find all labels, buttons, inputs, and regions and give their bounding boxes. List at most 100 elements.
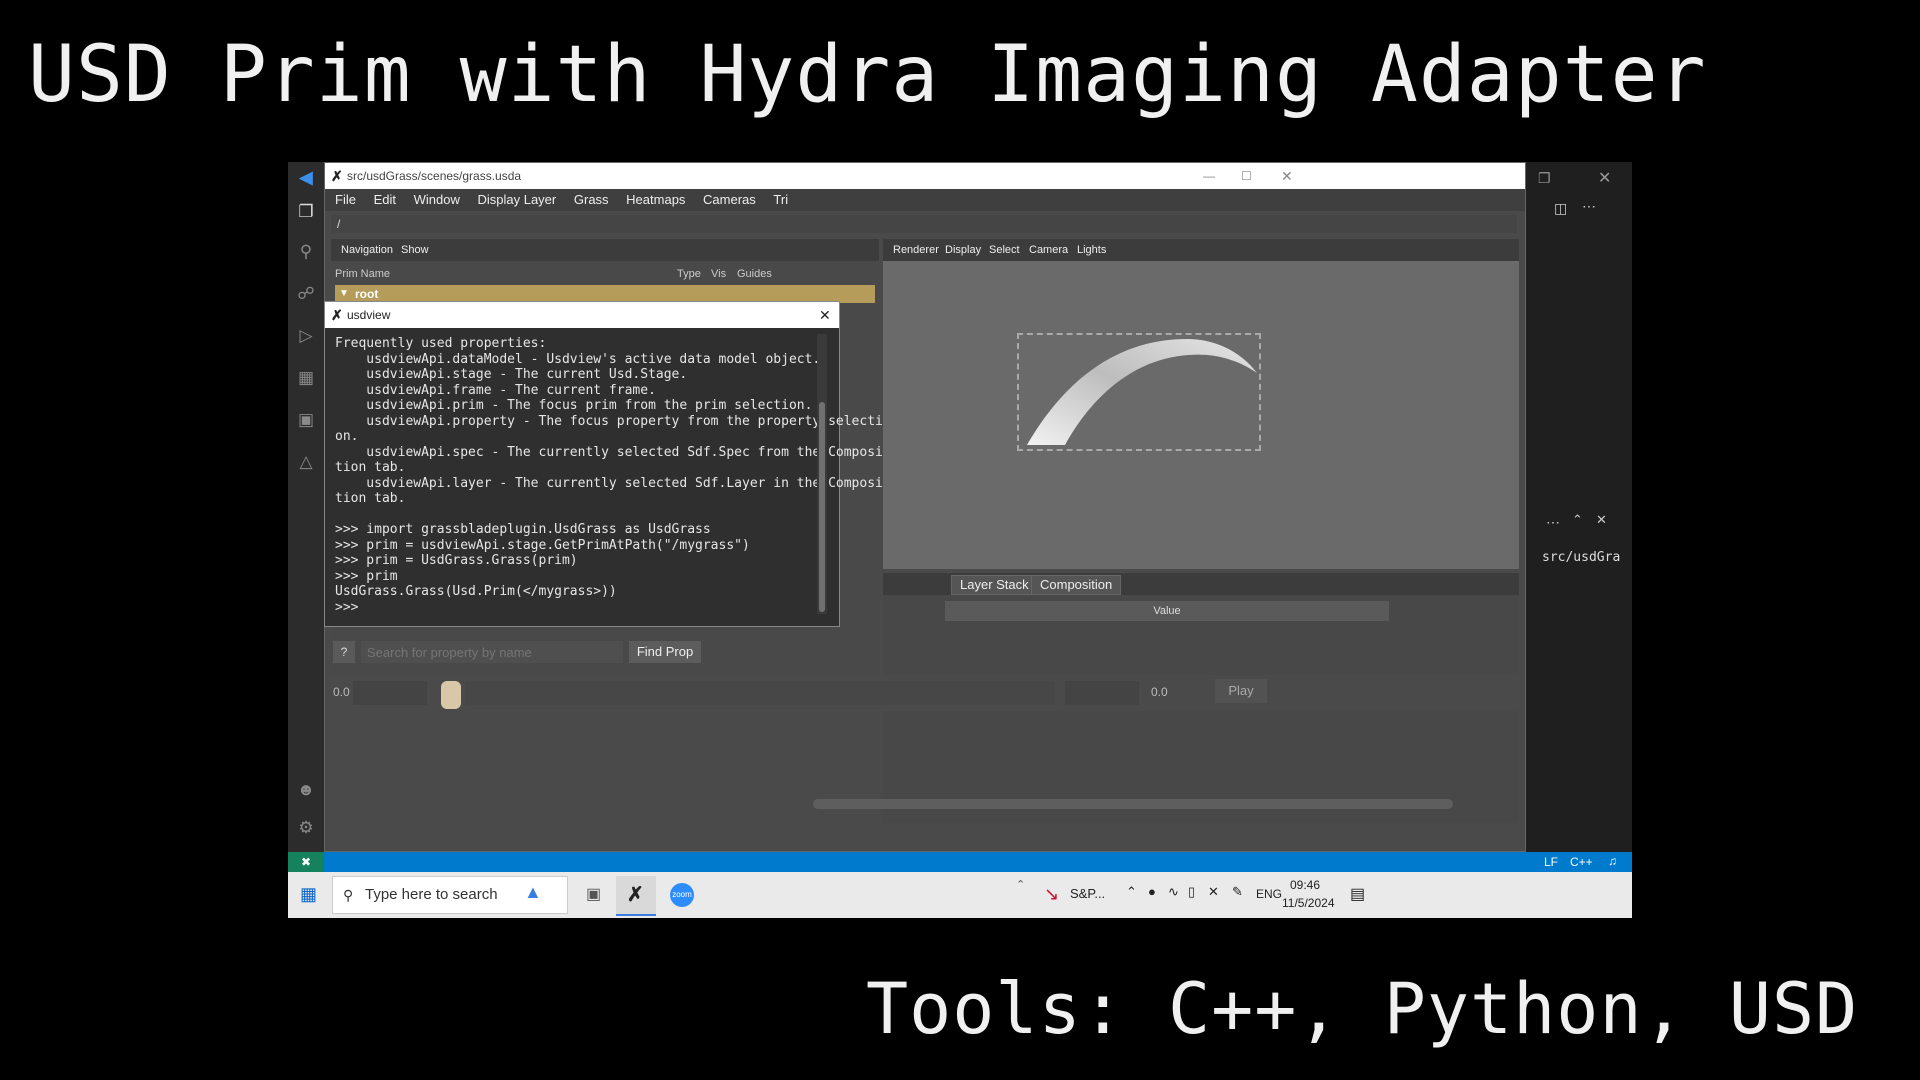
status-language[interactable]: C++ bbox=[1570, 855, 1593, 869]
panel-more-icon[interactable]: ⋯ bbox=[1546, 514, 1560, 531]
end-frame-field[interactable] bbox=[1065, 681, 1139, 705]
usdview-app-icon: ✗ bbox=[331, 307, 343, 323]
battery-icon[interactable]: ▯ bbox=[1188, 884, 1195, 900]
viewport[interactable]: Renderer Display Select Camera Lights bbox=[883, 239, 1519, 569]
tab-camera[interactable]: Camera bbox=[1029, 239, 1068, 261]
play-button[interactable]: Play bbox=[1215, 679, 1267, 703]
menu-edit[interactable]: Edit bbox=[374, 189, 396, 211]
start-frame-field[interactable] bbox=[353, 681, 427, 705]
find-prop-button[interactable]: Find Prop bbox=[629, 641, 701, 663]
menu-cameras[interactable]: Cameras bbox=[703, 189, 756, 211]
bell-icon[interactable]: ♫ bbox=[1608, 854, 1617, 868]
prim-table-header: Prim Name Type Vis Guides bbox=[335, 265, 875, 283]
search-icon[interactable]: ⚲ bbox=[296, 242, 316, 262]
console-line: usdviewApi.layer - The currently selecte… bbox=[335, 475, 883, 491]
remote-explorer-icon[interactable]: ▣ bbox=[296, 410, 316, 430]
tab-display[interactable]: Display bbox=[945, 239, 981, 261]
explorer-icon[interactable]: ❐ bbox=[296, 202, 316, 222]
console-scroll-thumb[interactable] bbox=[819, 402, 825, 612]
run-debug-icon[interactable]: ▷ bbox=[296, 326, 316, 346]
close-window-icon[interactable]: ✕ bbox=[1598, 168, 1611, 188]
menu-tri[interactable]: Tri bbox=[773, 189, 788, 211]
account-icon[interactable]: ☻ bbox=[296, 780, 316, 800]
extensions-icon[interactable]: ▦ bbox=[296, 368, 316, 388]
menu-file[interactable]: File bbox=[335, 189, 356, 211]
usdview-menubar: File Edit Window Display Layer Grass Hea… bbox=[325, 189, 1525, 211]
screenshot-frame: ◀ ❐ ⚲ ☍ ▷ ▦ ▣ △ ☻ ⚙ ❐ ✕ ◫ ⋯ ⋯ ⌃ ✕ src/us… bbox=[288, 162, 1632, 918]
menu-window[interactable]: Window bbox=[414, 189, 460, 211]
console-line: usdviewApi.spec - The currently selected… bbox=[335, 444, 883, 460]
status-eol[interactable]: LF bbox=[1544, 855, 1558, 869]
panel-close-icon[interactable]: ✕ bbox=[1596, 512, 1607, 528]
col-guides[interactable]: Guides bbox=[737, 265, 772, 283]
terminal-tab-label[interactable]: src/usdGra bbox=[1542, 550, 1620, 565]
console-line: usdviewApi.dataModel - Usdview's active … bbox=[335, 351, 821, 367]
col-vis[interactable]: Vis bbox=[711, 265, 726, 283]
show-hidden-icons[interactable]: ⌃ bbox=[1126, 884, 1137, 900]
more-actions-icon[interactable]: ⋯ bbox=[1582, 198, 1596, 215]
microphone-icon[interactable]: ● bbox=[1148, 884, 1156, 899]
vscode-logo-icon: ◀ bbox=[299, 168, 313, 187]
menu-grass[interactable]: Grass bbox=[574, 189, 609, 211]
console-line: >>> bbox=[335, 599, 359, 615]
windows-start-icon[interactable]: ▦ bbox=[300, 884, 317, 905]
value-column-header[interactable]: Value bbox=[945, 601, 1389, 621]
language-indicator[interactable]: ENG bbox=[1256, 887, 1282, 901]
tab-select[interactable]: Select bbox=[989, 239, 1020, 261]
usdview-titlebar: ✗ src/usdGrass/scenes/grass.usda — ☐ ✕ bbox=[325, 163, 1525, 189]
slide-title: USD Prim with Hydra Imaging Adapter bbox=[28, 30, 1707, 120]
tab-lights[interactable]: Lights bbox=[1077, 239, 1106, 261]
zoom-icon[interactable]: zoom bbox=[670, 883, 694, 907]
prim-browser-tabs: Navigation Show bbox=[331, 239, 879, 261]
tab-layer-stack[interactable]: Layer Stack bbox=[951, 575, 1038, 595]
source-control-icon[interactable]: ☍ bbox=[296, 284, 316, 304]
search-highlight-icon[interactable]: ▲ bbox=[524, 882, 542, 903]
notification-icon[interactable]: ▤ bbox=[1350, 884, 1365, 904]
clock-time[interactable]: 09:46 bbox=[1290, 878, 1320, 892]
remote-indicator-icon[interactable]: ✖ bbox=[288, 852, 324, 872]
search-icon: ⚲ bbox=[343, 887, 354, 903]
horizontal-scrollbar[interactable] bbox=[813, 799, 1453, 809]
dialog-titlebar: ✗ usdview ✕ bbox=[325, 302, 839, 328]
network-icon[interactable]: ∿ bbox=[1168, 884, 1179, 900]
console-line: on. bbox=[335, 429, 359, 444]
prim-path-field[interactable]: / bbox=[331, 215, 1517, 233]
time-slider-handle[interactable] bbox=[441, 681, 461, 709]
menu-display-layer[interactable]: Display Layer bbox=[477, 189, 556, 211]
python-console[interactable]: Frequently used properties: usdviewApi.d… bbox=[335, 336, 883, 618]
panel-maximize-icon[interactable]: ⌃ bbox=[1572, 512, 1583, 528]
stock-widget[interactable]: S&P... bbox=[1070, 886, 1105, 901]
time-slider-track[interactable] bbox=[465, 681, 1055, 705]
clock-date[interactable]: 11/5/2024 bbox=[1282, 896, 1335, 910]
search-input[interactable] bbox=[361, 641, 623, 663]
time-end: 0.0 bbox=[1151, 685, 1168, 699]
menu-heatmaps[interactable]: Heatmaps bbox=[626, 189, 685, 211]
cmake-icon[interactable]: △ bbox=[296, 452, 316, 472]
col-type[interactable]: Type bbox=[677, 265, 701, 283]
split-editor-icon[interactable]: ◫ bbox=[1554, 200, 1567, 217]
help-button[interactable]: ? bbox=[333, 641, 355, 663]
close-icon[interactable]: ✕ bbox=[1281, 163, 1293, 189]
restore-icon[interactable]: ❐ bbox=[1538, 170, 1551, 187]
pen-icon[interactable]: ✎ bbox=[1232, 884, 1243, 900]
taskbar-scroll-icon[interactable]: ⌃ bbox=[1016, 878, 1025, 891]
tab-composition[interactable]: Composition bbox=[1031, 575, 1122, 595]
task-view-icon[interactable]: ▣ bbox=[586, 884, 601, 904]
col-prim-name[interactable]: Prim Name bbox=[335, 265, 390, 283]
tab-renderer[interactable]: Renderer bbox=[893, 239, 939, 261]
console-line: usdviewApi.property - The focus property… bbox=[335, 413, 883, 429]
tab-navigation[interactable]: Navigation bbox=[341, 239, 393, 261]
console-line: >>> import grassbladeplugin.UsdGrass as … bbox=[335, 522, 711, 537]
console-line: usdviewApi.prim - The focus prim from th… bbox=[335, 398, 813, 413]
usdview-taskbar-button[interactable]: ✗ bbox=[616, 876, 656, 916]
vscode-editor-area: ❐ ✕ ◫ ⋯ ⋯ ⌃ ✕ src/usdGra bbox=[1526, 162, 1632, 872]
timeline: 0.0 0.0 Play bbox=[325, 675, 1525, 711]
stock-chart-icon: ↘ bbox=[1044, 884, 1060, 904]
minimize-icon[interactable]: — bbox=[1203, 163, 1215, 189]
tab-show[interactable]: Show bbox=[401, 239, 429, 261]
maximize-icon[interactable]: ☐ bbox=[1241, 163, 1252, 189]
volume-muted-icon[interactable]: ✕ bbox=[1208, 884, 1219, 900]
close-icon[interactable]: ✕ bbox=[819, 302, 831, 328]
settings-gear-icon[interactable]: ⚙ bbox=[296, 818, 316, 838]
